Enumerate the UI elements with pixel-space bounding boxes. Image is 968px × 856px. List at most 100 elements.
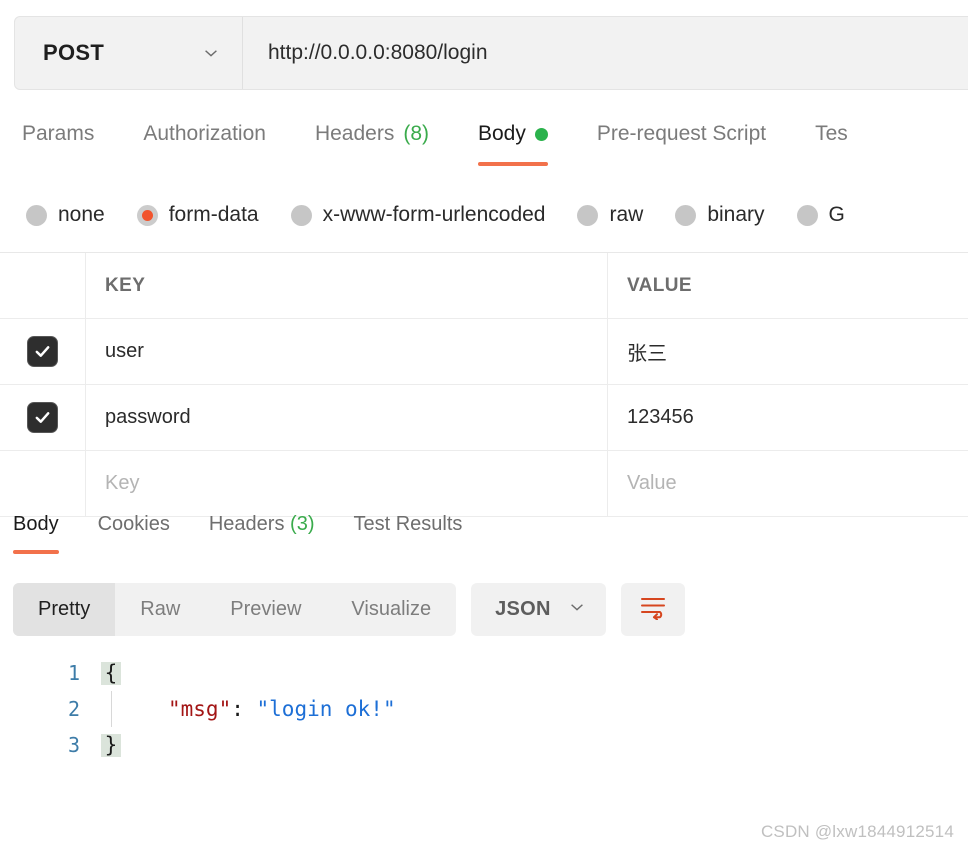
response-language-select[interactable]: JSON <box>471 583 606 636</box>
response-format-toolbar: Pretty Raw Preview Visualize JSON <box>13 583 685 636</box>
column-header-value: VALUE <box>627 274 692 296</box>
http-method-select[interactable]: POST <box>15 17 243 89</box>
body-type-option-form-data[interactable]: form-data <box>136 203 259 227</box>
response-tab-label: Headers <box>208 513 285 535</box>
request-tab-pre-request-script[interactable]: Pre-request Script <box>597 116 766 146</box>
view-button-label: Preview <box>230 598 302 620</box>
request-tab-label: Headers <box>314 122 395 145</box>
response-tab-label: Test Results <box>353 513 463 535</box>
body-type-label: binary <box>707 203 765 226</box>
radio-selected-icon <box>136 204 158 226</box>
radio-icon <box>577 204 599 226</box>
row-key-cell[interactable]: password <box>86 385 608 450</box>
response-body-code: 1 { 2 "msg": "login ok!" 3 } <box>0 655 968 805</box>
body-type-option-x-www-form-urlencoded[interactable]: x-www-form-urlencoded <box>290 203 546 227</box>
code-line-text[interactable]: "msg": "login ok!" <box>130 697 396 721</box>
line-number: 1 <box>67 661 80 685</box>
row-key-text: user <box>105 340 144 362</box>
request-tab-headers[interactable]: Headers (8) <box>315 116 429 146</box>
table-row: password 123456 <box>0 385 968 451</box>
row-value-text: 张三 <box>627 343 667 365</box>
radio-icon <box>796 204 818 226</box>
table-header-key-cell: KEY <box>86 253 608 318</box>
wrap-lines-button[interactable] <box>620 583 685 636</box>
line-number: 3 <box>67 733 80 757</box>
wrap-lines-icon <box>639 594 667 625</box>
json-key: "msg" <box>168 697 232 721</box>
row-value-cell[interactable]: 张三 <box>608 319 968 384</box>
response-tab-cookies[interactable]: Cookies <box>98 506 170 536</box>
chevron-down-icon <box>568 598 586 621</box>
response-tab-label: Body <box>13 513 59 535</box>
request-tab-label: Tes <box>815 122 848 145</box>
form-data-table: KEY VALUE user 张三 password 123456 Key Va… <box>0 252 968 517</box>
request-url-input[interactable]: http://0.0.0.0:8080/login <box>243 17 968 89</box>
response-tab-headers-count: (3) <box>290 513 315 535</box>
row-value-cell[interactable]: 123456 <box>608 385 968 450</box>
view-button-pretty[interactable]: Pretty <box>13 583 116 636</box>
radio-icon <box>290 204 312 226</box>
request-tab-label: Params <box>22 122 95 145</box>
code-line: 3 } <box>0 727 968 763</box>
body-type-label: x-www-form-urlencoded <box>322 203 546 226</box>
response-tab-test-results[interactable]: Test Results <box>353 506 462 536</box>
view-button-label: Visualize <box>351 598 432 620</box>
radio-icon <box>26 204 47 226</box>
brace-open: { <box>100 661 122 685</box>
request-tab-label: Pre-request Script <box>596 122 767 145</box>
response-tab-headers[interactable]: Headers (3) <box>209 506 315 536</box>
body-type-radio-group: none form-data x-www-form-urlencoded raw… <box>0 188 968 242</box>
response-tab-body[interactable]: Body <box>13 506 59 554</box>
json-string-value: "login ok!" <box>256 697 396 721</box>
view-button-label: Pretty <box>38 598 91 620</box>
body-type-option-raw[interactable]: raw <box>577 203 643 227</box>
column-header-key: KEY <box>105 274 146 296</box>
row-checkbox[interactable] <box>27 336 58 367</box>
body-type-label: G <box>828 203 845 226</box>
indent-guide <box>92 691 130 727</box>
chevron-down-icon <box>202 44 220 62</box>
request-tab-params[interactable]: Params <box>22 116 94 146</box>
row-key-text: password <box>105 406 191 428</box>
body-status-dot-icon <box>534 127 548 141</box>
row-value-placeholder: Value <box>627 472 677 494</box>
body-type-label: none <box>58 203 105 226</box>
view-button-label: Raw <box>140 598 181 620</box>
view-button-raw[interactable]: Raw <box>115 583 205 636</box>
body-type-label: form-data <box>168 203 259 226</box>
table-row: user 张三 <box>0 319 968 385</box>
body-type-label: raw <box>609 203 644 226</box>
row-checkbox[interactable] <box>27 402 58 433</box>
row-key-placeholder: Key <box>105 472 140 494</box>
body-type-option-none[interactable]: none <box>26 203 105 227</box>
brace-close: } <box>100 733 122 757</box>
request-tab-tests[interactable]: Tes <box>815 116 848 146</box>
request-tab-authorization[interactable]: Authorization <box>143 116 266 146</box>
table-header-row: KEY VALUE <box>0 253 968 319</box>
response-language-label: JSON <box>495 598 551 620</box>
request-tabs: Params Authorization Headers (8) Body Pr… <box>0 116 968 178</box>
view-button-visualize[interactable]: Visualize <box>326 583 456 636</box>
response-tabs: Body Cookies Headers (3) Test Results <box>0 506 968 568</box>
radio-icon <box>675 204 697 226</box>
table-header-check-cell <box>0 253 86 318</box>
request-tab-label: Body <box>478 122 526 145</box>
row-check-cell <box>0 385 86 450</box>
body-type-option-graphql[interactable]: G <box>796 203 845 227</box>
response-view-segmented-control: Pretty Raw Preview Visualize <box>13 583 457 636</box>
row-key-cell[interactable]: user <box>86 319 608 384</box>
fold-marker-open[interactable]: { <box>92 655 130 691</box>
line-number: 2 <box>67 697 80 721</box>
request-tab-headers-count: (8) <box>403 122 429 145</box>
json-colon: : <box>231 697 257 721</box>
code-line: 1 { <box>0 655 968 691</box>
request-tab-body[interactable]: Body <box>478 116 548 166</box>
response-tab-label: Cookies <box>97 513 170 535</box>
view-button-preview[interactable]: Preview <box>205 583 326 636</box>
watermark: CSDN @lxw1844912514 <box>760 822 954 841</box>
request-tab-label: Authorization <box>143 122 266 145</box>
code-line: 2 "msg": "login ok!" <box>0 691 968 727</box>
fold-marker-close[interactable]: } <box>92 727 130 763</box>
body-type-option-binary[interactable]: binary <box>675 203 765 227</box>
row-value-text: 123456 <box>627 406 694 428</box>
